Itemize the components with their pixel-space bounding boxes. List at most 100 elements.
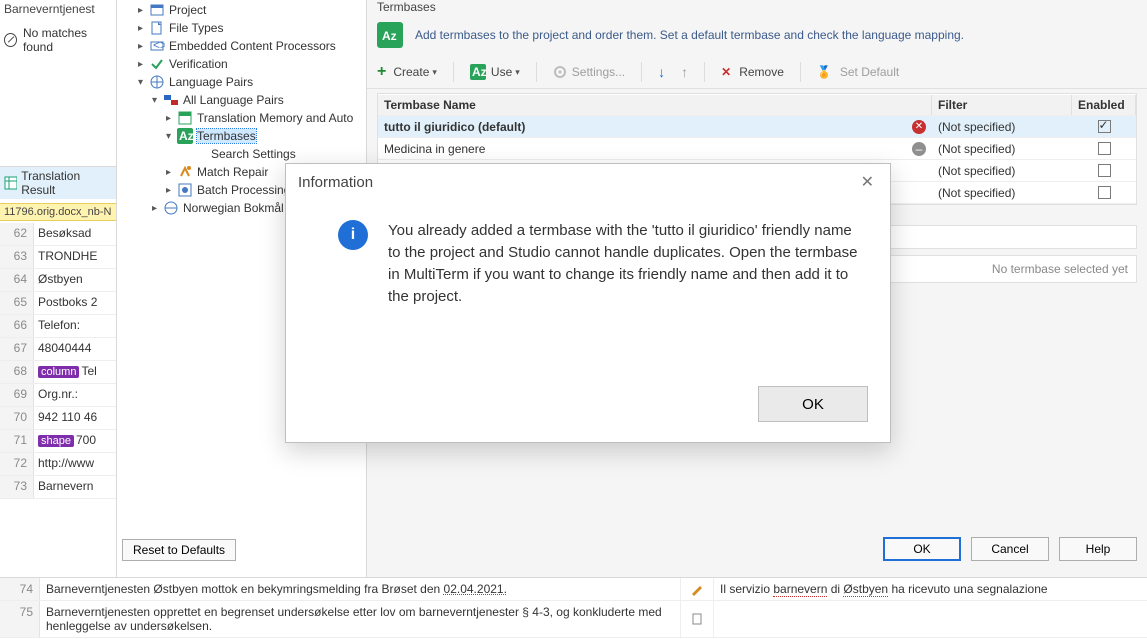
verify-icon xyxy=(149,56,165,72)
use-button[interactable]: Az Use▾ xyxy=(470,64,520,80)
source-cell[interactable]: Barneverntjenesten opprettet en begrense… xyxy=(40,601,680,637)
enabled-checkbox[interactable] xyxy=(1098,142,1111,155)
expand-icon[interactable]: ▾ xyxy=(135,77,146,88)
batch-icon xyxy=(177,182,193,198)
segment-row[interactable]: 73Barnevern xyxy=(0,476,116,499)
expand-icon[interactable]: ▸ xyxy=(135,59,146,70)
segment-row[interactable]: 62Besøksad xyxy=(0,223,116,246)
tree-item-termbases[interactable]: ▾AzTermbases xyxy=(117,127,366,145)
segment-row[interactable]: 72http://www xyxy=(0,453,116,476)
expand-icon[interactable]: ▸ xyxy=(163,185,174,196)
editor-row[interactable]: 74Barneverntjenesten Østbyen mottok en b… xyxy=(0,578,1147,601)
enabled-checkbox[interactable] xyxy=(1098,164,1111,177)
expand-icon[interactable]: ▾ xyxy=(149,95,160,106)
set-default-button[interactable]: 🏅Set Default xyxy=(817,65,899,79)
disabled-icon: – xyxy=(912,142,926,156)
segment-number: 67 xyxy=(0,338,34,360)
tree-label: Language Pairs xyxy=(169,75,253,89)
remove-button[interactable]: ✕Remove xyxy=(721,65,784,79)
editor-row[interactable]: 75Barneverntjenesten opprettet en begren… xyxy=(0,601,1147,638)
enabled-cell[interactable] xyxy=(1072,118,1136,135)
expand-icon[interactable]: ▸ xyxy=(163,113,174,124)
enabled-cell[interactable] xyxy=(1072,162,1136,179)
tree-label: Search Settings xyxy=(211,147,296,161)
segment-row[interactable]: 70942 110 46 xyxy=(0,407,116,430)
blank-icon xyxy=(191,146,207,162)
segment-number: 62 xyxy=(0,223,34,245)
expand-icon[interactable]: ▸ xyxy=(149,203,160,214)
dialog-ok-button[interactable]: OK xyxy=(758,386,868,422)
target-cell[interactable]: Il servizio barnevern di Østbyen ha rice… xyxy=(714,578,1147,600)
status-cell xyxy=(680,601,714,637)
editor-rows: 74Barneverntjenesten Østbyen mottok en b… xyxy=(0,577,1147,639)
segment-row[interactable]: 64Østbyen xyxy=(0,269,116,292)
enabled-cell[interactable] xyxy=(1072,184,1136,201)
ok-button[interactable]: OK xyxy=(883,537,961,561)
settings-button[interactable]: Settings... xyxy=(553,65,625,79)
status-cell xyxy=(680,578,714,600)
col-termbase-name[interactable]: Termbase Name xyxy=(378,95,932,115)
information-dialog: Information ✕ i You already added a term… xyxy=(285,163,891,443)
tree-item-file-types[interactable]: ▸File Types xyxy=(117,19,366,37)
norw-icon xyxy=(163,200,179,216)
segment-row[interactable]: 65Postboks 2 xyxy=(0,292,116,315)
enabled-checkbox[interactable] xyxy=(1098,120,1111,133)
tree-item-project[interactable]: ▸Project xyxy=(117,1,366,19)
help-button[interactable]: Help xyxy=(1059,537,1137,561)
filter-cell[interactable]: (Not specified) xyxy=(932,162,1072,180)
expand-icon[interactable]: ▸ xyxy=(135,5,146,16)
tree-label: All Language Pairs xyxy=(183,93,284,107)
segment-row[interactable]: 68columnTel xyxy=(0,361,116,384)
tree-item-verification[interactable]: ▸ Verification xyxy=(117,55,366,73)
create-button[interactable]: +Create▾ xyxy=(377,63,437,81)
dialog-close-icon[interactable]: ✕ xyxy=(857,172,878,192)
col-filter[interactable]: Filter xyxy=(932,95,1072,115)
tag-badge: column xyxy=(38,366,79,378)
source-cell[interactable]: Barneverntjenesten Østbyen mottok en bek… xyxy=(40,578,680,600)
tree-item-all-language-pairs[interactable]: ▾ All Language Pairs xyxy=(117,91,366,109)
segment-text: Org.nr.: xyxy=(34,384,116,406)
tree-item-language-pairs[interactable]: ▾ Language Pairs xyxy=(117,73,366,91)
segment-number: 64 xyxy=(0,269,34,291)
segment-number: 68 xyxy=(0,361,34,383)
termbase-row[interactable]: Medicina in genere–(Not specified) xyxy=(378,138,1136,160)
expand-icon[interactable]: ▸ xyxy=(163,167,174,178)
segment-row[interactable]: 66Telefon: xyxy=(0,315,116,338)
filter-cell[interactable]: (Not specified) xyxy=(932,140,1072,158)
segment-row[interactable]: 71shape700 xyxy=(0,430,116,453)
expand-icon[interactable]: ▸ xyxy=(135,41,146,52)
document-tab[interactable]: 11796.orig.docx_nb-N xyxy=(0,203,116,221)
enabled-checkbox[interactable] xyxy=(1098,186,1111,199)
filter-cell[interactable]: (Not specified) xyxy=(932,118,1072,136)
segment-row[interactable]: 69Org.nr.: xyxy=(0,384,116,407)
target-cell[interactable] xyxy=(714,601,1147,637)
segment-number: 70 xyxy=(0,407,34,429)
tm-icon xyxy=(177,110,193,126)
tree-label: Verification xyxy=(169,57,228,71)
tree-item-search-settings[interactable]: Search Settings xyxy=(117,145,366,163)
segment-text: TRONDHE xyxy=(34,246,116,268)
project-icon xyxy=(149,2,165,18)
segment-number: 72 xyxy=(0,453,34,475)
termbase-row[interactable]: tutto il giuridico (default)✕(Not specif… xyxy=(378,116,1136,138)
segment-text: http://www xyxy=(34,453,116,475)
expand-icon[interactable]: ▾ xyxy=(163,131,174,142)
tree-item-embedded-content-processors[interactable]: ▸<>Embedded Content Processors xyxy=(117,37,366,55)
move-down-button[interactable]: ↓ xyxy=(658,64,665,80)
tag-badge: shape xyxy=(38,435,74,447)
filter-cell[interactable]: (Not specified) xyxy=(932,184,1072,202)
segment-number: 65 xyxy=(0,292,34,314)
expand-icon[interactable] xyxy=(177,149,188,160)
segment-row[interactable]: 63TRONDHE xyxy=(0,246,116,269)
reset-defaults-button[interactable]: Reset to Defaults xyxy=(122,539,236,561)
enabled-cell[interactable] xyxy=(1072,140,1136,157)
cancel-button[interactable]: Cancel xyxy=(971,537,1049,561)
translation-results-tab[interactable]: Translation Result xyxy=(0,166,116,199)
language-termbase-status: No termbase selected yet xyxy=(992,262,1128,276)
tree-item-translation-memory-and-auto[interactable]: ▸Translation Memory and Auto xyxy=(117,109,366,127)
tree-label: Norwegian Bokmål xyxy=(183,201,284,215)
move-up-button[interactable]: ↑ xyxy=(681,64,688,80)
segment-row[interactable]: 6748040444 xyxy=(0,338,116,361)
expand-icon[interactable]: ▸ xyxy=(135,23,146,34)
col-enabled[interactable]: Enabled xyxy=(1072,95,1136,115)
